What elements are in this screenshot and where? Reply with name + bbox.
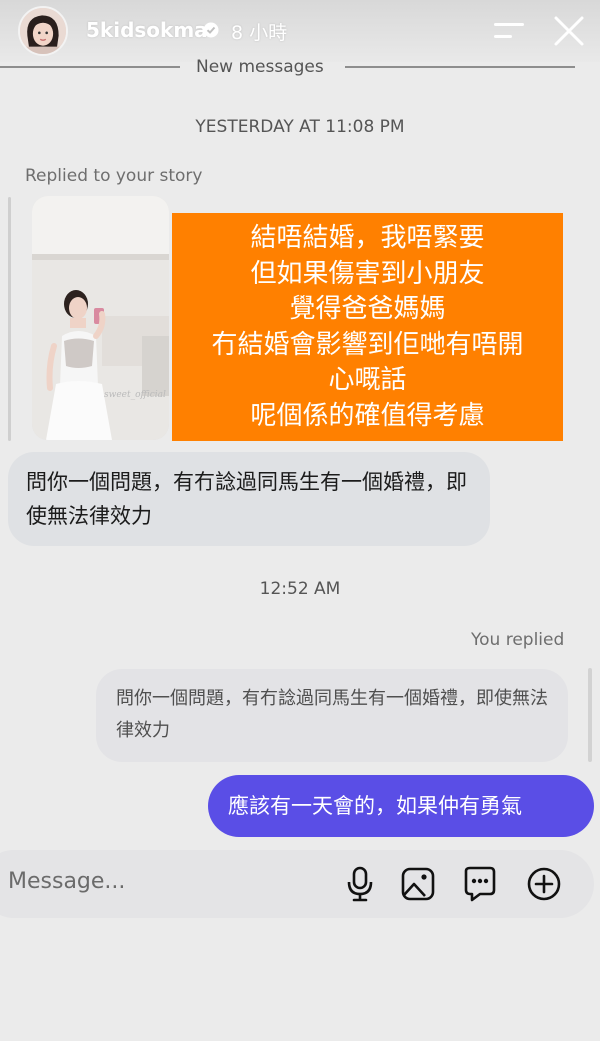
story-text-line: 覺得爸爸媽媽 — [289, 294, 446, 324]
post-time: 8 小時 — [231, 22, 288, 44]
quote-indicator — [8, 197, 11, 441]
divider-right — [345, 66, 575, 68]
story-watermark: sweet_official — [104, 390, 166, 400]
story-text-line: 結唔結婚，我唔緊要 — [250, 223, 485, 253]
story-text-line: 心嘅話 — [328, 365, 407, 395]
story-reply-label: Replied to your story — [25, 166, 203, 186]
quoted-message[interactable]: 問你一個問題，有冇諗過同馬生有一個婚禮，即使無法律效力 — [96, 669, 568, 762]
story-text-line: 但如果傷害到小朋友 — [250, 258, 485, 289]
story-text-overlay: 結唔結婚，我唔緊要 但如果傷害到小朋友 覺得爸爸媽媽 冇結婚會影響到佢哋有唔開 … — [172, 213, 563, 441]
close-icon[interactable] — [552, 14, 586, 48]
sticker-chat-icon[interactable] — [462, 865, 498, 903]
timestamp: 12:52 AM — [259, 579, 341, 599]
gallery-icon[interactable] — [400, 865, 436, 903]
story-text-line: 呢個係的確值得考慮 — [250, 400, 485, 431]
menu-icon[interactable] — [492, 20, 526, 42]
verified-badge-icon — [203, 22, 219, 38]
incoming-message[interactable]: 問你一個問題，有冇諗過同馬生有一個婚禮，即使無法律效力 — [8, 452, 490, 546]
story-thumbnail[interactable]: sweet_official — [32, 196, 169, 440]
story-text-line: 冇結婚會影響到佢哋有唔開 — [211, 329, 524, 360]
divider-left — [0, 66, 180, 68]
story-header: 5kidsokma 8 小時 — [0, 0, 600, 62]
username[interactable]: 5kidsokma — [86, 18, 208, 42]
microphone-icon[interactable] — [342, 865, 378, 903]
you-replied-label: You replied — [471, 630, 565, 650]
new-messages-label: New messages — [196, 57, 324, 77]
message-input[interactable]: Message... — [8, 869, 125, 894]
avatar[interactable] — [18, 6, 68, 56]
timestamp: YESTERDAY AT 11:08 PM — [195, 117, 405, 137]
reply-indicator — [588, 668, 592, 762]
outgoing-message[interactable]: 應該有一天會的，如果仲有勇氣 — [208, 775, 594, 837]
plus-icon[interactable] — [526, 865, 562, 903]
